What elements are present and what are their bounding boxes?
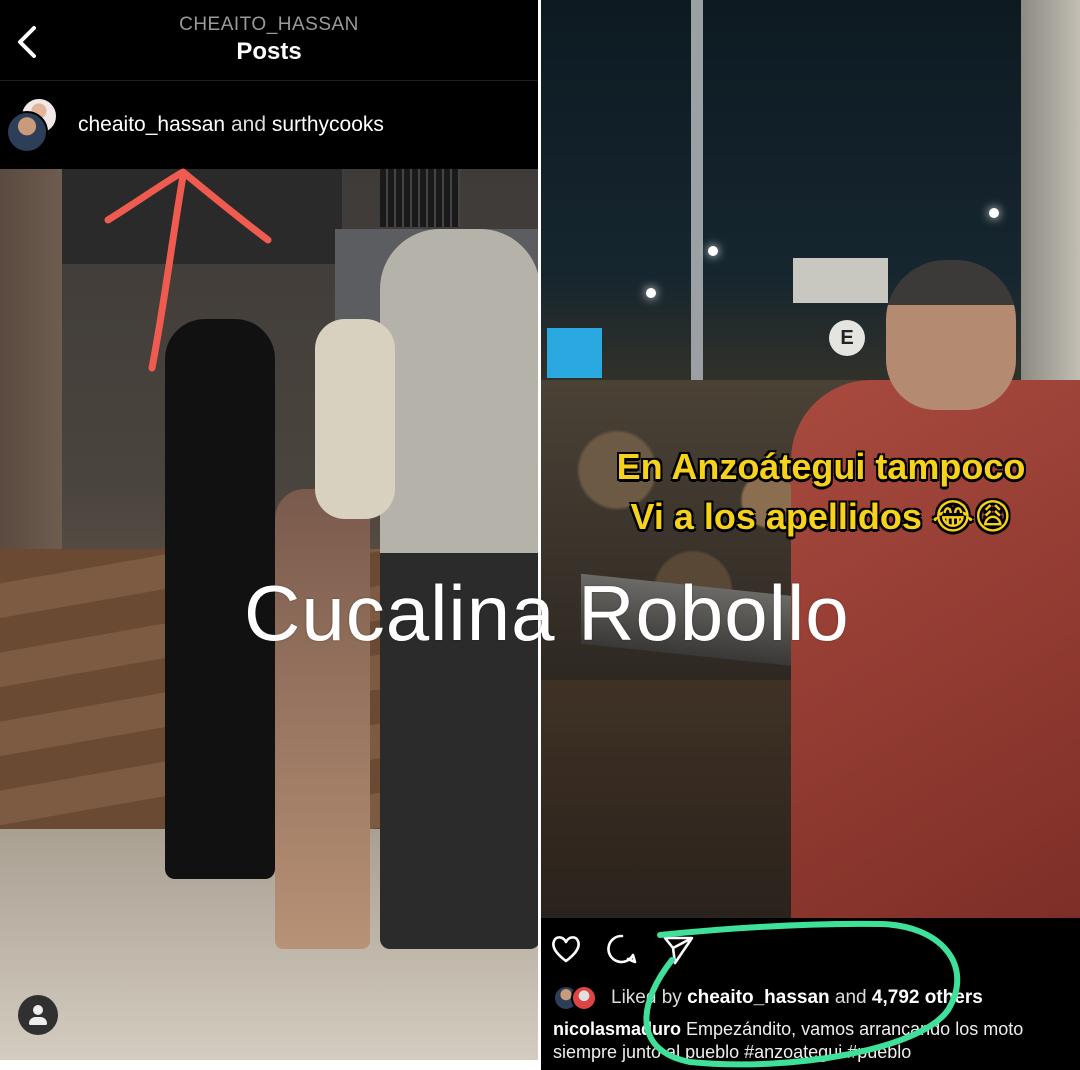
blue-sign [547,328,602,378]
caption-text: Empezándito, vamos arrancando los moto [686,1019,1024,1039]
person-child [315,319,395,519]
username-link[interactable]: cheaito_hassan [687,987,830,1008]
street-lamp [646,288,656,298]
likes-count-link[interactable]: 4,792 others [872,987,983,1008]
user-icon[interactable] [18,995,58,1035]
pillar [0,169,62,549]
right-post-screenshot: E En Anzoátegui tampoco Vi a los apellid… [541,0,1080,1070]
window [380,169,460,227]
username-link[interactable]: cheaito_hassan [78,113,225,136]
left-post-screenshot: CHEAITO_HASSAN Posts cheaito_hassan and … [0,0,538,1060]
comment-icon[interactable] [605,932,639,966]
billboard [793,258,888,303]
page-title: Posts [236,38,302,65]
collab-user-row[interactable]: cheaito_hassan and surthycooks [0,81,538,169]
post-video[interactable]: E En Anzoátegui tampoco Vi a los apellid… [541,0,1080,918]
collab-names[interactable]: cheaito_hassan and surthycooks [78,113,384,137]
street-lamp [989,208,999,218]
joiner-text: and [230,113,267,136]
street-lamp [708,246,718,256]
building-structure [1021,0,1080,380]
liked-by-prefix: Liked by [611,987,682,1008]
light-pole [691,0,703,410]
avatar [571,985,597,1011]
caption-text: siempre junto al pueblo #anzoategui #pue… [553,1042,912,1062]
watermark-text: Cucalina Robollo [244,569,850,657]
liked-and: and [834,987,867,1008]
video-overlay-caption: Vi a los apellidos 😂😩 [630,496,1012,537]
person-girl [275,489,370,949]
likes-row[interactable]: Liked by cheaito_hassan and 4,792 others [553,985,1080,1015]
send-icon[interactable] [661,932,695,966]
parking-sign: E [829,320,865,356]
ceiling [62,169,342,264]
username-link[interactable]: nicolasmaduro [553,1019,681,1039]
person-head [886,260,1016,410]
post-actions [541,918,1080,978]
video-overlay-caption: En Anzoátegui tampoco [616,446,1026,487]
post-caption: nicolasmaduro Empezándito, vamos arranca… [553,1018,1080,1064]
header-username: CHEAITO_HASSAN [179,14,359,35]
heart-icon[interactable] [549,932,583,966]
avatar[interactable] [6,111,48,153]
post-header: CHEAITO_HASSAN Posts [0,0,538,80]
username-link[interactable]: surthycooks [272,113,384,136]
